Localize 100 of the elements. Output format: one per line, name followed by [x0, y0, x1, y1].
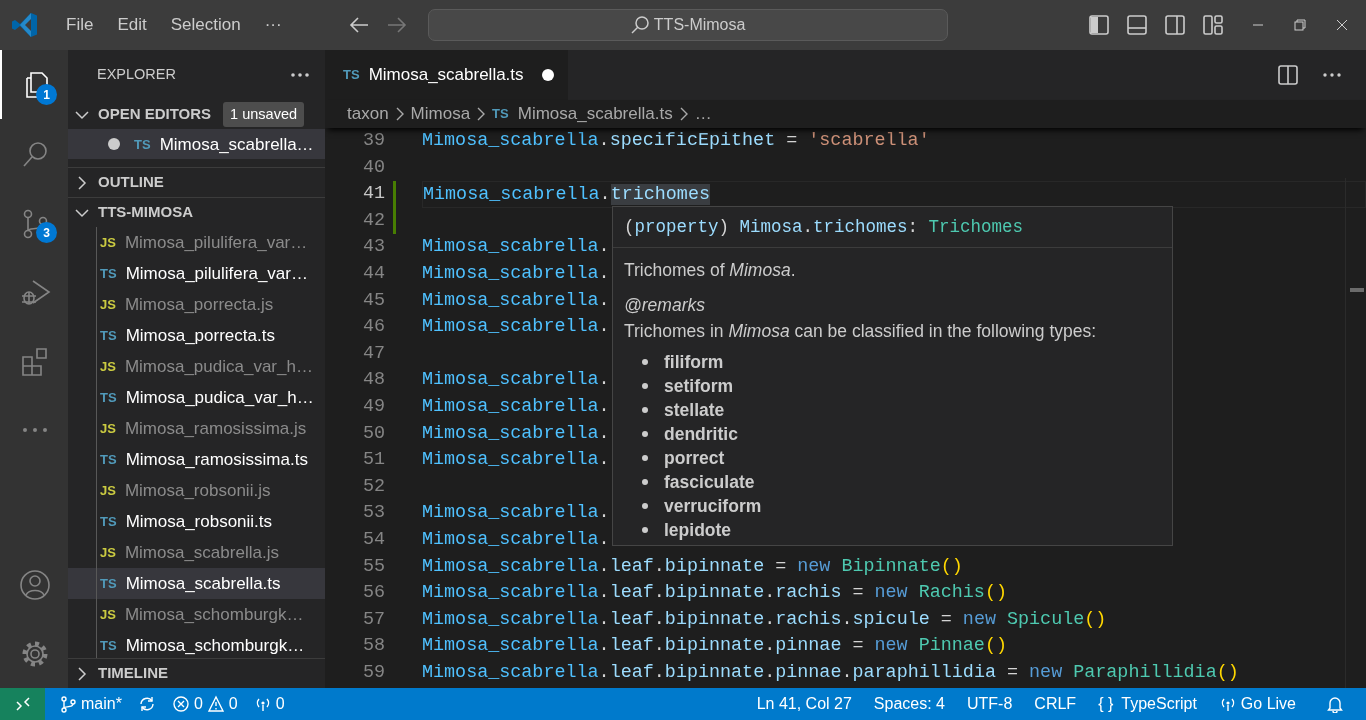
menu-item[interactable]: ···	[256, 8, 290, 42]
line-number: 54	[361, 527, 385, 552]
list-item: filiform	[664, 350, 724, 374]
explorer-entry[interactable]: JS Mimosa_scabrella.js	[68, 536, 325, 568]
line-ending[interactable]: CRLF	[1026, 688, 1085, 720]
line-number: 48	[361, 368, 385, 393]
bullet-icon	[642, 431, 648, 437]
error-icon	[171, 695, 190, 713]
ts-file-icon: TS	[100, 511, 117, 532]
problems-button[interactable]: 0 0	[163, 688, 246, 720]
indentation[interactable]: Spaces: 4	[865, 688, 953, 720]
section-header[interactable]: OUTLINE	[68, 167, 325, 198]
explorer-entry[interactable]: TS Mimosa_porrecta.ts	[68, 319, 325, 351]
menu-item[interactable]: File	[58, 8, 102, 42]
js-file-icon: JS	[100, 418, 116, 439]
breadcrumb-item[interactable]: TS Mimosa_scabrella.ts	[492, 101, 673, 127]
section-header[interactable]: OPEN EDITORS 1 unsaved	[68, 99, 325, 130]
line-number: 51	[361, 448, 385, 473]
line-number: 42	[361, 208, 385, 233]
code-line: Mimosa_scabrella.leaf.bipinnate = new Bipinnate()	[422, 555, 963, 577]
tag-text: @remarks	[624, 293, 706, 317]
menu-item[interactable]: Edit	[109, 8, 155, 42]
explorer-entry[interactable]: JS Mimosa_porrecta.js	[68, 288, 325, 320]
unsaved-dot-icon	[541, 69, 554, 81]
section-header[interactable]: TTS-MIMOSA	[68, 197, 325, 227]
encoding[interactable]: UTF-8	[959, 688, 1021, 720]
code-line: Mimosa_scabrella.leaf.bipinnate.rachis.spicule = new Spicule()	[422, 608, 1107, 630]
explorer-entry[interactable]: TS Mimosa_scabrella.ts	[68, 567, 325, 599]
line-number: 53	[361, 501, 385, 526]
ts-file-icon: TS	[100, 325, 117, 346]
js-file-icon: JS	[100, 232, 116, 253]
split-editor-icon[interactable]	[1278, 65, 1298, 85]
activity-button[interactable]: 3	[0, 188, 68, 257]
section-header[interactable]: TIMELINE	[68, 658, 325, 688]
line-number: 56	[361, 581, 385, 606]
explorer-entry[interactable]: JS Mimosa_robsonii.js	[68, 474, 325, 506]
code-line: Mimosa_scabrella.specificEpithet = 'scabrella'	[422, 130, 930, 151]
js-file-icon: JS	[100, 542, 116, 563]
search-icon	[629, 15, 650, 35]
explorer-entry[interactable]: TS Mimosa_pudica_var_h…	[68, 381, 325, 413]
braces-icon: { }	[1098, 692, 1114, 716]
breadcrumb-item[interactable]: …	[694, 101, 712, 127]
split-layout-icon[interactable]	[1164, 14, 1186, 36]
explorer-entry[interactable]: TS Mimosa_pilulifera_var…	[68, 257, 325, 289]
line-number: 43	[361, 235, 385, 260]
menu-item[interactable]: Selection	[162, 8, 249, 42]
ts-file-icon: TS	[134, 134, 151, 155]
code-line: Mimosa_scabrella.	[422, 316, 610, 338]
go-live-button[interactable]: Go Live	[1210, 688, 1304, 720]
js-file-icon: JS	[100, 294, 116, 315]
line-number: 46	[361, 315, 385, 340]
line-number: 52	[361, 474, 385, 499]
customize-layout-icon[interactable]	[1202, 14, 1224, 36]
ts-file-icon: TS	[100, 573, 117, 594]
signature-text: (property) Mimosa.trichomes: Trichomes	[624, 217, 1024, 237]
explorer-entry[interactable]: JS Mimosa_ramosissima.js	[68, 412, 325, 444]
explorer-entry[interactable]: TS Mimosa_robsonii.ts	[68, 505, 325, 537]
cursor-position[interactable]: Ln 41, Col 27	[748, 688, 860, 720]
sync-icon	[137, 695, 156, 713]
branch-icon	[59, 695, 77, 713]
explorer-entry[interactable]: TS Mimosa_schomburgk…	[68, 629, 325, 659]
restore-icon[interactable]	[1294, 19, 1306, 31]
breadcrumb-item[interactable]: taxon	[347, 101, 389, 127]
unsaved-dot-icon	[108, 138, 120, 151]
bullet-icon	[642, 455, 648, 461]
command-center-search[interactable]: TTS-Mimosa	[427, 9, 948, 41]
explorer-entry[interactable]: JS Mimosa_pilulifera_var…	[68, 226, 325, 258]
toggle-panel-icon[interactable]	[1126, 14, 1148, 36]
sidebar-title: EXPLORER	[97, 64, 176, 84]
chevron-right-icon	[678, 107, 689, 121]
code-line: Mimosa_scabrella.	[422, 262, 610, 284]
list-item: stellate	[664, 398, 725, 422]
unsaved-badge: 1 unsaved	[223, 101, 304, 128]
bullet-icon	[642, 527, 648, 533]
line-number: 50	[361, 421, 385, 446]
line-number: 55	[361, 554, 385, 579]
code-line: Mimosa_scabrella.	[422, 528, 610, 550]
breadcrumb-item[interactable]: Mimosa	[410, 101, 471, 127]
toggle-sidebar-icon[interactable]	[1088, 14, 1110, 36]
code-line: Mimosa_scabrella.	[422, 236, 610, 258]
line-number: 45	[361, 288, 385, 313]
remote-button[interactable]	[0, 688, 45, 720]
ports-button[interactable]: 0	[245, 688, 293, 720]
list-item: lepidote	[664, 518, 732, 542]
language-mode[interactable]: { } TypeScript	[1090, 688, 1205, 720]
chevron-right-icon	[476, 107, 487, 121]
close-icon[interactable]	[1336, 19, 1348, 31]
explorer-entry[interactable]: JS Mimosa_schomburgk…	[68, 598, 325, 630]
ts-file-icon: TS	[100, 263, 117, 284]
warning-icon	[206, 695, 225, 713]
ts-file-icon: TS	[100, 449, 117, 470]
code-line: Mimosa_scabrella.leaf.bipinnate.pinnae = new Pinnae()	[422, 635, 1007, 657]
explorer-entry[interactable]: TS Mimosa_ramosissima.ts	[68, 443, 325, 475]
branch-button[interactable]: main*	[51, 688, 130, 720]
code-line: Mimosa_scabrella.	[422, 369, 610, 391]
scrollbar[interactable]	[1345, 178, 1366, 688]
explorer-entry[interactable]: JS Mimosa_pudica_var_h…	[68, 350, 325, 382]
open-editor-item[interactable]: TS Mimosa_scabrella…	[68, 129, 325, 160]
editor-tab[interactable]: TS Mimosa_scabrella.ts	[325, 50, 568, 100]
ts-file-icon: TS	[100, 635, 117, 656]
